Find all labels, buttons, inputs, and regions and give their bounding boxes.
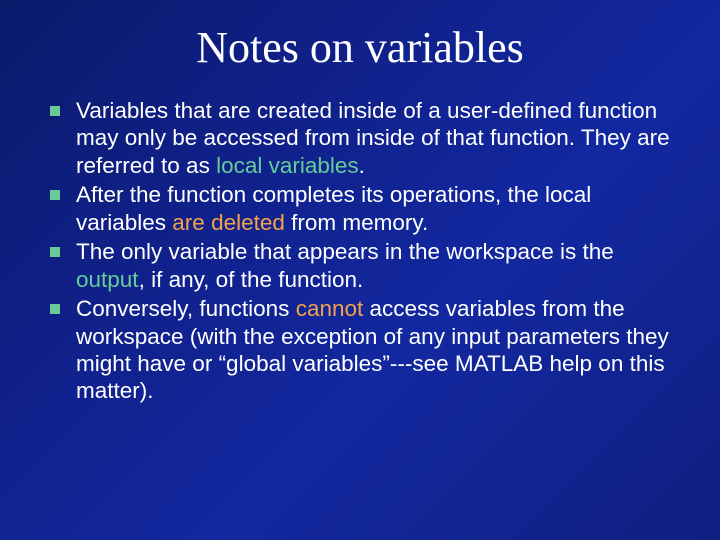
bullet-text-post: . (359, 153, 365, 178)
list-item: After the function completes its operati… (46, 181, 674, 236)
bullet-highlight: output (76, 267, 139, 292)
bullet-text-pre: The only variable that appears in the wo… (76, 239, 614, 264)
bullet-text-post: , if any, of the function. (139, 267, 364, 292)
bullet-text-pre: Conversely, functions (76, 296, 296, 321)
bullet-highlight: local variables (216, 153, 359, 178)
bullet-text-post: from memory. (285, 210, 428, 235)
bullet-list: Variables that are created inside of a u… (40, 97, 680, 405)
list-item: Conversely, functions cannot access vari… (46, 295, 674, 405)
list-item: The only variable that appears in the wo… (46, 238, 674, 293)
slide: Notes on variables Variables that are cr… (0, 0, 720, 540)
slide-title: Notes on variables (40, 22, 680, 73)
bullet-text-pre: Variables that are created inside of a u… (76, 98, 670, 178)
bullet-highlight: are deleted (172, 210, 285, 235)
list-item: Variables that are created inside of a u… (46, 97, 674, 179)
bullet-highlight: cannot (296, 296, 364, 321)
